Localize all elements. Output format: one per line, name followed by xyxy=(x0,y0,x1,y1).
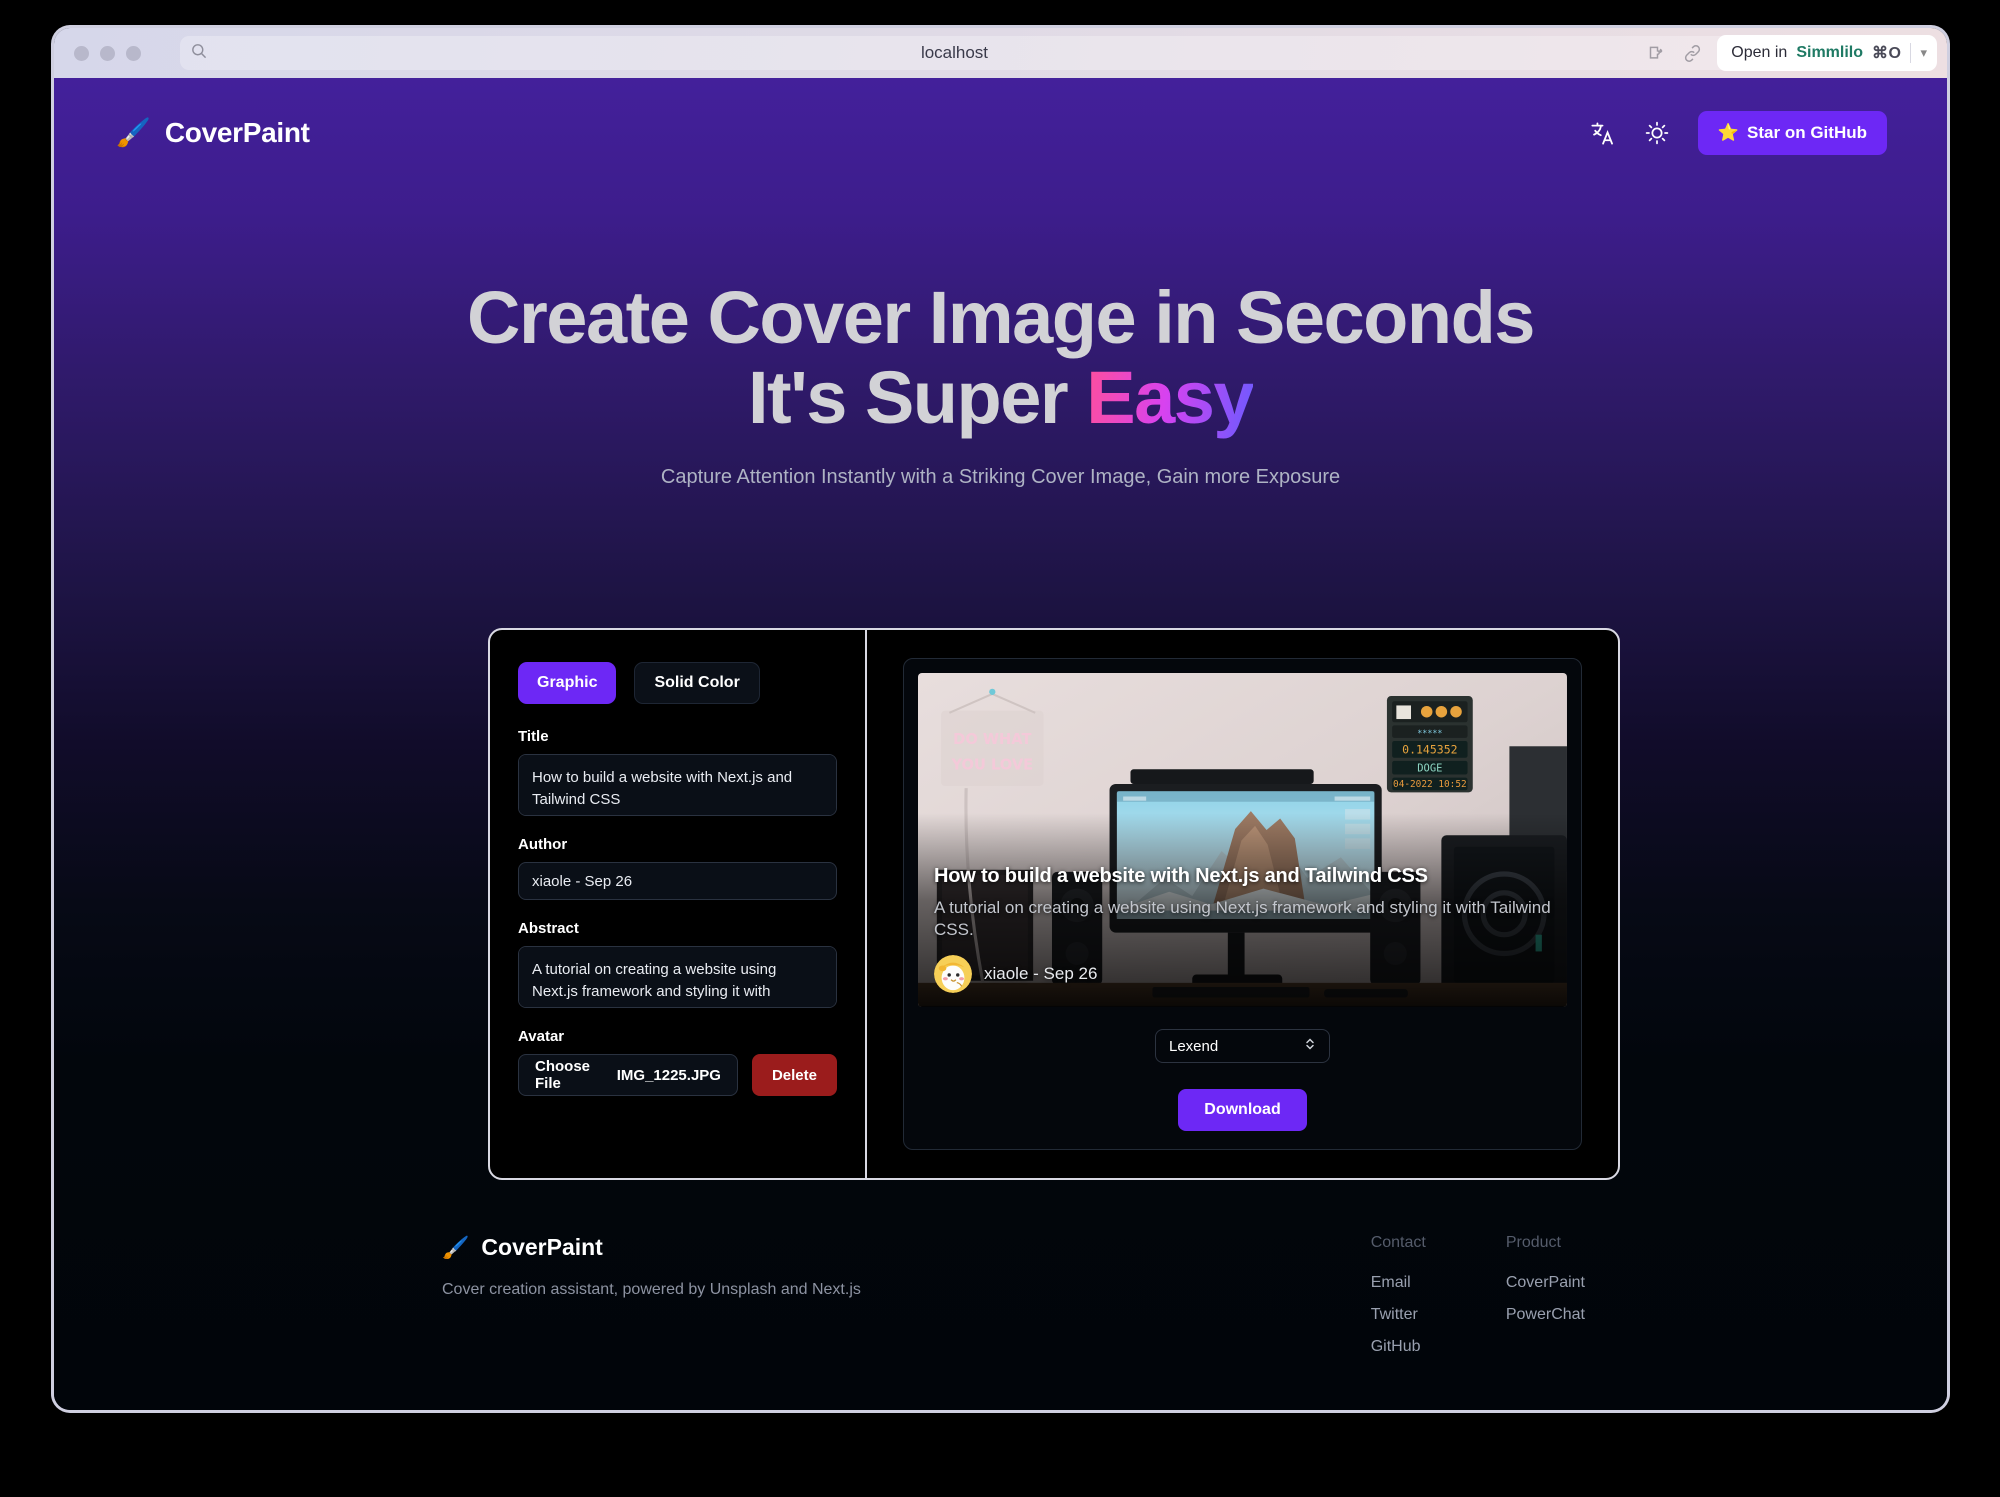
font-select-value: Lexend xyxy=(1169,1038,1218,1055)
hero-section: Create Cover Image in Seconds It's Super… xyxy=(54,188,1947,489)
editor-card: Graphic Solid Color Title Author Abstrac… xyxy=(488,628,1620,1180)
cover-author-name: xiaole - Sep 26 xyxy=(984,964,1097,984)
svg-text:DOGE: DOGE xyxy=(1417,762,1442,774)
star-on-github-label: Star on GitHub xyxy=(1747,123,1867,143)
chevron-updown-icon xyxy=(1304,1036,1316,1056)
url-text: localhost xyxy=(180,43,1729,63)
site-logo[interactable]: 🖌️ CoverPaint xyxy=(116,117,310,149)
footer-tagline: Cover creation assistant, powered by Uns… xyxy=(442,1281,861,1299)
hero-line-1: Create Cover Image in Seconds xyxy=(467,276,1534,359)
abstract-label: Abstract xyxy=(518,920,837,937)
star-icon: ⭐ xyxy=(1718,123,1739,143)
author-input[interactable] xyxy=(518,862,837,900)
divider xyxy=(1910,43,1911,63)
file-name-label: IMG_1225.JPG xyxy=(617,1067,721,1084)
font-select[interactable]: Lexend xyxy=(1155,1029,1330,1063)
svg-text:DO WHAT: DO WHAT xyxy=(953,731,1031,748)
window-traffic-lights[interactable] xyxy=(74,46,141,61)
extension-icon[interactable] xyxy=(1647,43,1668,64)
minimize-button[interactable] xyxy=(100,46,115,61)
footer-link-github[interactable]: GitHub xyxy=(1371,1338,1426,1356)
hero-subtitle: Capture Attention Instantly with a Strik… xyxy=(54,466,1947,489)
footer-link-columns: Contact Email Twitter GitHub Product Cov… xyxy=(1371,1234,1875,1370)
address-bar[interactable]: localhost xyxy=(180,36,1729,70)
cover-title: How to build a website with Next.js and … xyxy=(934,865,1551,888)
close-button[interactable] xyxy=(74,46,89,61)
link-icon[interactable] xyxy=(1682,43,1703,64)
footer-logo[interactable]: 🖌️ CoverPaint xyxy=(442,1234,861,1261)
editor-form-pane: Graphic Solid Color Title Author Abstrac… xyxy=(490,630,867,1178)
svg-text:*****: ***** xyxy=(1417,728,1442,738)
delete-avatar-button[interactable]: Delete xyxy=(752,1054,837,1096)
avatar-field-group: Avatar Choose File IMG_1225.JPG Delete xyxy=(518,1028,837,1096)
footer-logo-label: CoverPaint xyxy=(481,1234,602,1261)
hero-line-2-accent: Easy xyxy=(1086,356,1253,439)
open-in-app-button[interactable]: Open in Simmlilo ⌘O ▾ xyxy=(1717,35,1937,71)
hero-line-2-plain: It's Super xyxy=(748,356,1086,439)
site-footer: 🖌️ CoverPaint Cover creation assistant, … xyxy=(54,1234,1947,1370)
maximize-button[interactable] xyxy=(126,46,141,61)
author-field-group: Author xyxy=(518,836,837,900)
avatar-label: Avatar xyxy=(518,1028,837,1045)
avatar-file-row: Choose File IMG_1225.JPG Delete xyxy=(518,1054,837,1096)
language-icon[interactable] xyxy=(1589,120,1616,147)
author-label: Author xyxy=(518,836,837,853)
mode-tabs: Graphic Solid Color xyxy=(518,662,837,704)
download-button[interactable]: Download xyxy=(1178,1089,1306,1131)
choose-file-label: Choose File xyxy=(535,1058,604,1092)
titlebar-actions: Open in Simmlilo ⌘O ▾ xyxy=(1647,34,1937,72)
svg-text:04-2022 10:52: 04-2022 10:52 xyxy=(1393,779,1467,790)
cover-preview[interactable]: DO WHAT YOU LOVE ***** 0.145352 xyxy=(918,673,1567,1007)
choose-file-button[interactable]: Choose File IMG_1225.JPG xyxy=(518,1054,738,1096)
page-title: Create Cover Image in Seconds It's Super… xyxy=(54,278,1947,438)
svg-text:YOU LOVE: YOU LOVE xyxy=(950,756,1033,773)
cover-description: A tutorial on creating a website using N… xyxy=(934,897,1551,942)
site-header: 🖌️ CoverPaint xyxy=(54,78,1947,188)
cover-text-overlay: How to build a website with Next.js and … xyxy=(934,865,1551,994)
paintbrush-icon: 🖌️ xyxy=(442,1235,469,1261)
page-content: 🖌️ CoverPaint xyxy=(54,78,1947,1410)
site-logo-label: CoverPaint xyxy=(165,117,310,149)
paintbrush-icon: 🖌️ xyxy=(116,119,151,147)
open-in-brand: Simmlilo xyxy=(1796,44,1863,62)
header-actions: ⭐ Star on GitHub xyxy=(1589,111,1887,155)
editor-preview-pane: DO WHAT YOU LOVE ***** 0.145352 xyxy=(867,630,1618,1178)
tab-graphic[interactable]: Graphic xyxy=(518,662,616,704)
footer-link-email[interactable]: Email xyxy=(1371,1274,1426,1292)
browser-titlebar: localhost Open in Simmlilo ⌘O ▾ xyxy=(54,28,1947,78)
browser-window: localhost Open in Simmlilo ⌘O ▾ xyxy=(54,28,1947,1410)
avatar xyxy=(934,955,972,993)
footer-heading-contact: Contact xyxy=(1371,1234,1426,1252)
open-in-prefix: Open in xyxy=(1731,44,1787,62)
preview-box: DO WHAT YOU LOVE ***** 0.145352 xyxy=(903,658,1582,1150)
footer-link-powerchat[interactable]: PowerChat xyxy=(1506,1306,1585,1324)
open-in-shortcut: ⌘O xyxy=(1872,43,1901,63)
theme-toggle-sun-icon[interactable] xyxy=(1644,120,1670,146)
svg-text:0.145352: 0.145352 xyxy=(1402,743,1457,757)
abstract-field-group: Abstract xyxy=(518,920,837,1008)
footer-link-coverpaint[interactable]: CoverPaint xyxy=(1506,1274,1585,1292)
footer-column-product: Product CoverPaint PowerChat xyxy=(1506,1234,1585,1370)
cover-author-row: xiaole - Sep 26 xyxy=(934,955,1551,993)
title-label: Title xyxy=(518,728,837,745)
footer-heading-product: Product xyxy=(1506,1234,1585,1252)
title-field-group: Title xyxy=(518,728,837,816)
title-input[interactable] xyxy=(518,754,837,816)
abstract-input[interactable] xyxy=(518,946,837,1008)
star-on-github-button[interactable]: ⭐ Star on GitHub xyxy=(1698,111,1887,155)
footer-brand: 🖌️ CoverPaint Cover creation assistant, … xyxy=(442,1234,861,1370)
chevron-down-icon[interactable]: ▾ xyxy=(1920,45,1927,61)
tab-solid-color[interactable]: Solid Color xyxy=(634,662,759,704)
footer-column-contact: Contact Email Twitter GitHub xyxy=(1371,1234,1426,1370)
footer-link-twitter[interactable]: Twitter xyxy=(1371,1306,1426,1324)
